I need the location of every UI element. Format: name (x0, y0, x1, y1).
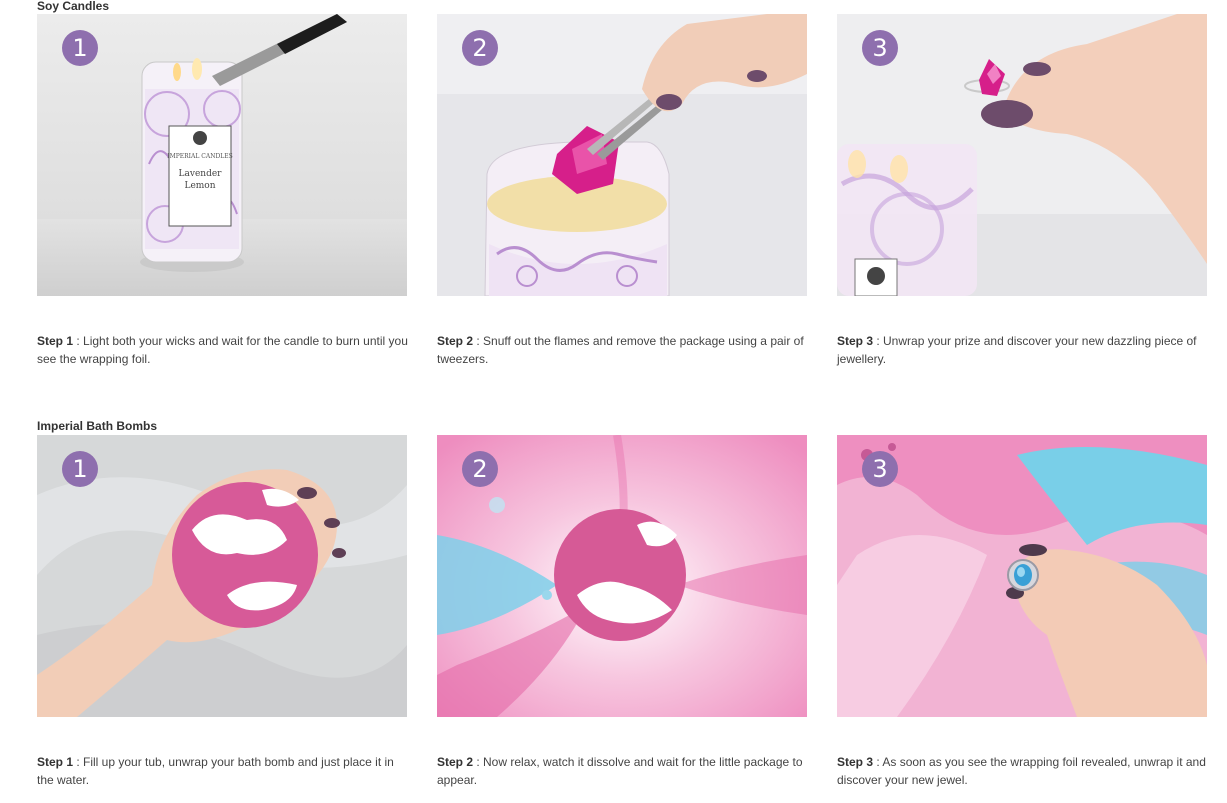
step-2-badge: 2 (462, 30, 498, 66)
step-3-badge: 3 (862, 451, 898, 487)
candle-step-2-caption: Step 2 : Snuff out the flames and remove… (437, 332, 809, 368)
step-text: : Fill up your tub, unwrap your bath bom… (37, 755, 394, 787)
jar-scent-line-1: Lavender (179, 169, 223, 179)
candle-step-3-card: 3 Step 3 : Unwrap your prize and discove… (837, 14, 1207, 366)
step-label: Step 1 (37, 334, 74, 348)
step-label: Step 2 (437, 334, 474, 348)
bathbomb-step-3-image[interactable]: 3 (837, 435, 1207, 717)
step-text: : Light both your wicks and wait for the… (37, 334, 408, 366)
step-2-badge: 2 (462, 451, 498, 487)
step-text: : As soon as you see the wrapping foil r… (837, 755, 1206, 787)
step-text: : Now relax, watch it dissolve and wait … (437, 755, 803, 787)
candle-step-1-caption: Step 1 : Light both your wicks and wait … (37, 332, 409, 368)
candle-step-1-image[interactable]: IMPERIAL CANDLES Lavender Lemon 1 (37, 14, 407, 296)
step-text: : Snuff out the flames and remove the pa… (437, 334, 804, 366)
bathbomb-step-1-image[interactable]: 1 (37, 435, 407, 717)
step-label: Step 1 (37, 755, 74, 769)
candle-step-3-image[interactable]: 3 (837, 14, 1207, 296)
bathbomb-step-2-card: 2 Step 2 : Now relax, watch it dissolve … (437, 435, 807, 787)
bathbomb-step-3-caption: Step 3 : As soon as you see the wrapping… (837, 753, 1209, 789)
bathbomb-step-2-image[interactable]: 2 (437, 435, 807, 717)
step-text: : Unwrap your prize and discover your ne… (837, 334, 1197, 366)
candle-step-1-card: IMPERIAL CANDLES Lavender Lemon 1 Step 1… (37, 14, 408, 366)
step-1-badge: 1 (62, 30, 98, 66)
section-title-soy-candles: Soy Candles (37, 0, 110, 13)
bathbomb-step-1-card: 1 Step 1 : Fill up your tub, unwrap your… (37, 435, 407, 787)
step-3-badge: 3 (862, 30, 898, 66)
candle-step-2-image[interactable]: 2 (437, 14, 807, 296)
bathbomb-step-3-card: 3 Step 3 : As soon as you see the wrappi… (837, 435, 1207, 787)
jar-scent-line-2: Lemon (184, 181, 215, 191)
section-title-bath-bombs: Imperial Bath Bombs (37, 419, 158, 433)
jar-brand-text: IMPERIAL CANDLES (167, 153, 233, 160)
candle-step-3-caption: Step 3 : Unwrap your prize and discover … (837, 332, 1209, 368)
step-label: Step 3 (837, 755, 874, 769)
bathbomb-step-2-caption: Step 2 : Now relax, watch it dissolve an… (437, 753, 809, 789)
step-label: Step 3 (837, 334, 874, 348)
step-1-badge: 1 (62, 451, 98, 487)
bathbomb-step-1-caption: Step 1 : Fill up your tub, unwrap your b… (37, 753, 409, 789)
candle-step-2-card: 2 Step 2 : Snuff out the flames and remo… (437, 14, 807, 366)
step-label: Step 2 (437, 755, 474, 769)
